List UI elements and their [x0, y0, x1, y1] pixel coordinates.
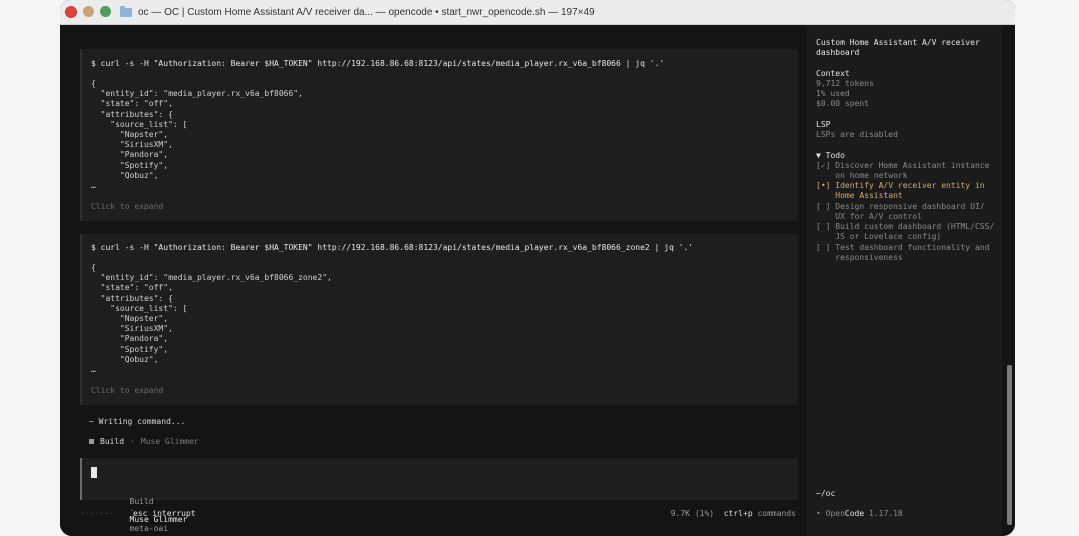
- lsp-status: LSPs are disabled: [816, 130, 898, 139]
- version-number: 1.17.18: [869, 509, 903, 518]
- title-bar: oc — OC | Custom Home Assistant A/V rece…: [60, 0, 1015, 25]
- brand-code: Code: [844, 509, 865, 518]
- build-square-icon: [89, 439, 94, 444]
- todo-item: [ ] Test dashboard functionality and res…: [816, 243, 990, 263]
- todo-item: [ ] Design responsive dashboard UI/ UX f…: [816, 202, 985, 222]
- token-usage: 9.7K (1%): [670, 509, 715, 518]
- build-sep: ·: [130, 437, 135, 446]
- shortcut-key: ctrl+p: [723, 509, 753, 518]
- app-version: • OpenCode 1.17.18: [816, 509, 903, 519]
- build-label: Build: [100, 437, 125, 446]
- folder-icon: [120, 5, 132, 17]
- command-line: $ curl -s -H "Authorization: Bearer $HA_…: [91, 243, 694, 252]
- build-model: Muse Glimmer: [140, 437, 199, 446]
- window-controls: [65, 6, 111, 18]
- spinner-dots: ·······: [80, 509, 114, 518]
- window-title: oc — OC | Custom Home Assistant A/V rece…: [138, 6, 595, 18]
- working-directory: ~/oc: [816, 489, 836, 498]
- todo-item: [✓] Discover Home Assistant instance on …: [816, 161, 990, 181]
- conversation-pane[interactable]: $ curl -s -H "Authorization: Bearer $HA_…: [60, 25, 807, 536]
- context-heading: Context: [816, 69, 850, 78]
- lsp-heading: LSP: [816, 120, 831, 129]
- sidebar-scrollbar[interactable]: [1007, 365, 1012, 525]
- status-bar: ······· esc interrupt 9.7K (1%) ctrl+p c…: [80, 509, 796, 523]
- prompt-input[interactable]: Build · Muse Glimmer meta-oai: [80, 458, 798, 533]
- context-stats: 9,712 tokens 1% used $0.00 spent: [816, 79, 874, 109]
- text-cursor: [91, 467, 97, 478]
- status-left: ······· esc interrupt: [80, 509, 196, 518]
- agent-provider: meta-oai: [129, 524, 169, 533]
- interrupt-hint: esc interrupt: [132, 509, 196, 518]
- build-status: Build · Muse Glimmer: [89, 437, 199, 446]
- command-output: { "entity_id": "media_player.rx_v6a_bf80…: [91, 79, 303, 191]
- close-button[interactable]: [65, 6, 77, 18]
- zoom-button[interactable]: [100, 6, 111, 17]
- writing-status: ~ Writing command...: [89, 417, 186, 426]
- status-right: 9.7K (1%) ctrl+p commands: [671, 509, 796, 518]
- todo-item-active: [•] Identify A/V receiver entity in Home…: [816, 181, 985, 201]
- status-dot-icon: •: [816, 509, 821, 518]
- tool-output-block[interactable]: $ curl -s -H "Authorization: Bearer $HA_…: [80, 49, 798, 221]
- brand-open: Open: [825, 509, 845, 518]
- shortcut-label: commands: [757, 509, 796, 518]
- expand-link[interactable]: Click to expand: [91, 202, 163, 211]
- session-sidebar: Custom Home Assistant A/V receiver dashb…: [807, 25, 1002, 536]
- tool-output-block[interactable]: $ curl -s -H "Authorization: Bearer $HA_…: [80, 234, 798, 405]
- expand-link[interactable]: Click to expand: [91, 386, 163, 395]
- session-title: Custom Home Assistant A/V receiver dashb…: [816, 38, 980, 58]
- terminal-window: oc — OC | Custom Home Assistant A/V rece…: [60, 0, 1015, 536]
- agent-label: Build: [129, 497, 154, 506]
- todo-heading[interactable]: ▼ Todo: [816, 151, 845, 161]
- command-output: { "entity_id": "media_player.rx_v6a_bf80…: [91, 263, 332, 375]
- command-line: $ curl -s -H "Authorization: Bearer $HA_…: [91, 59, 665, 68]
- todo-item: [ ] Build custom dashboard (HTML/CSS/ JS…: [816, 222, 995, 242]
- minimize-button[interactable]: [83, 6, 94, 17]
